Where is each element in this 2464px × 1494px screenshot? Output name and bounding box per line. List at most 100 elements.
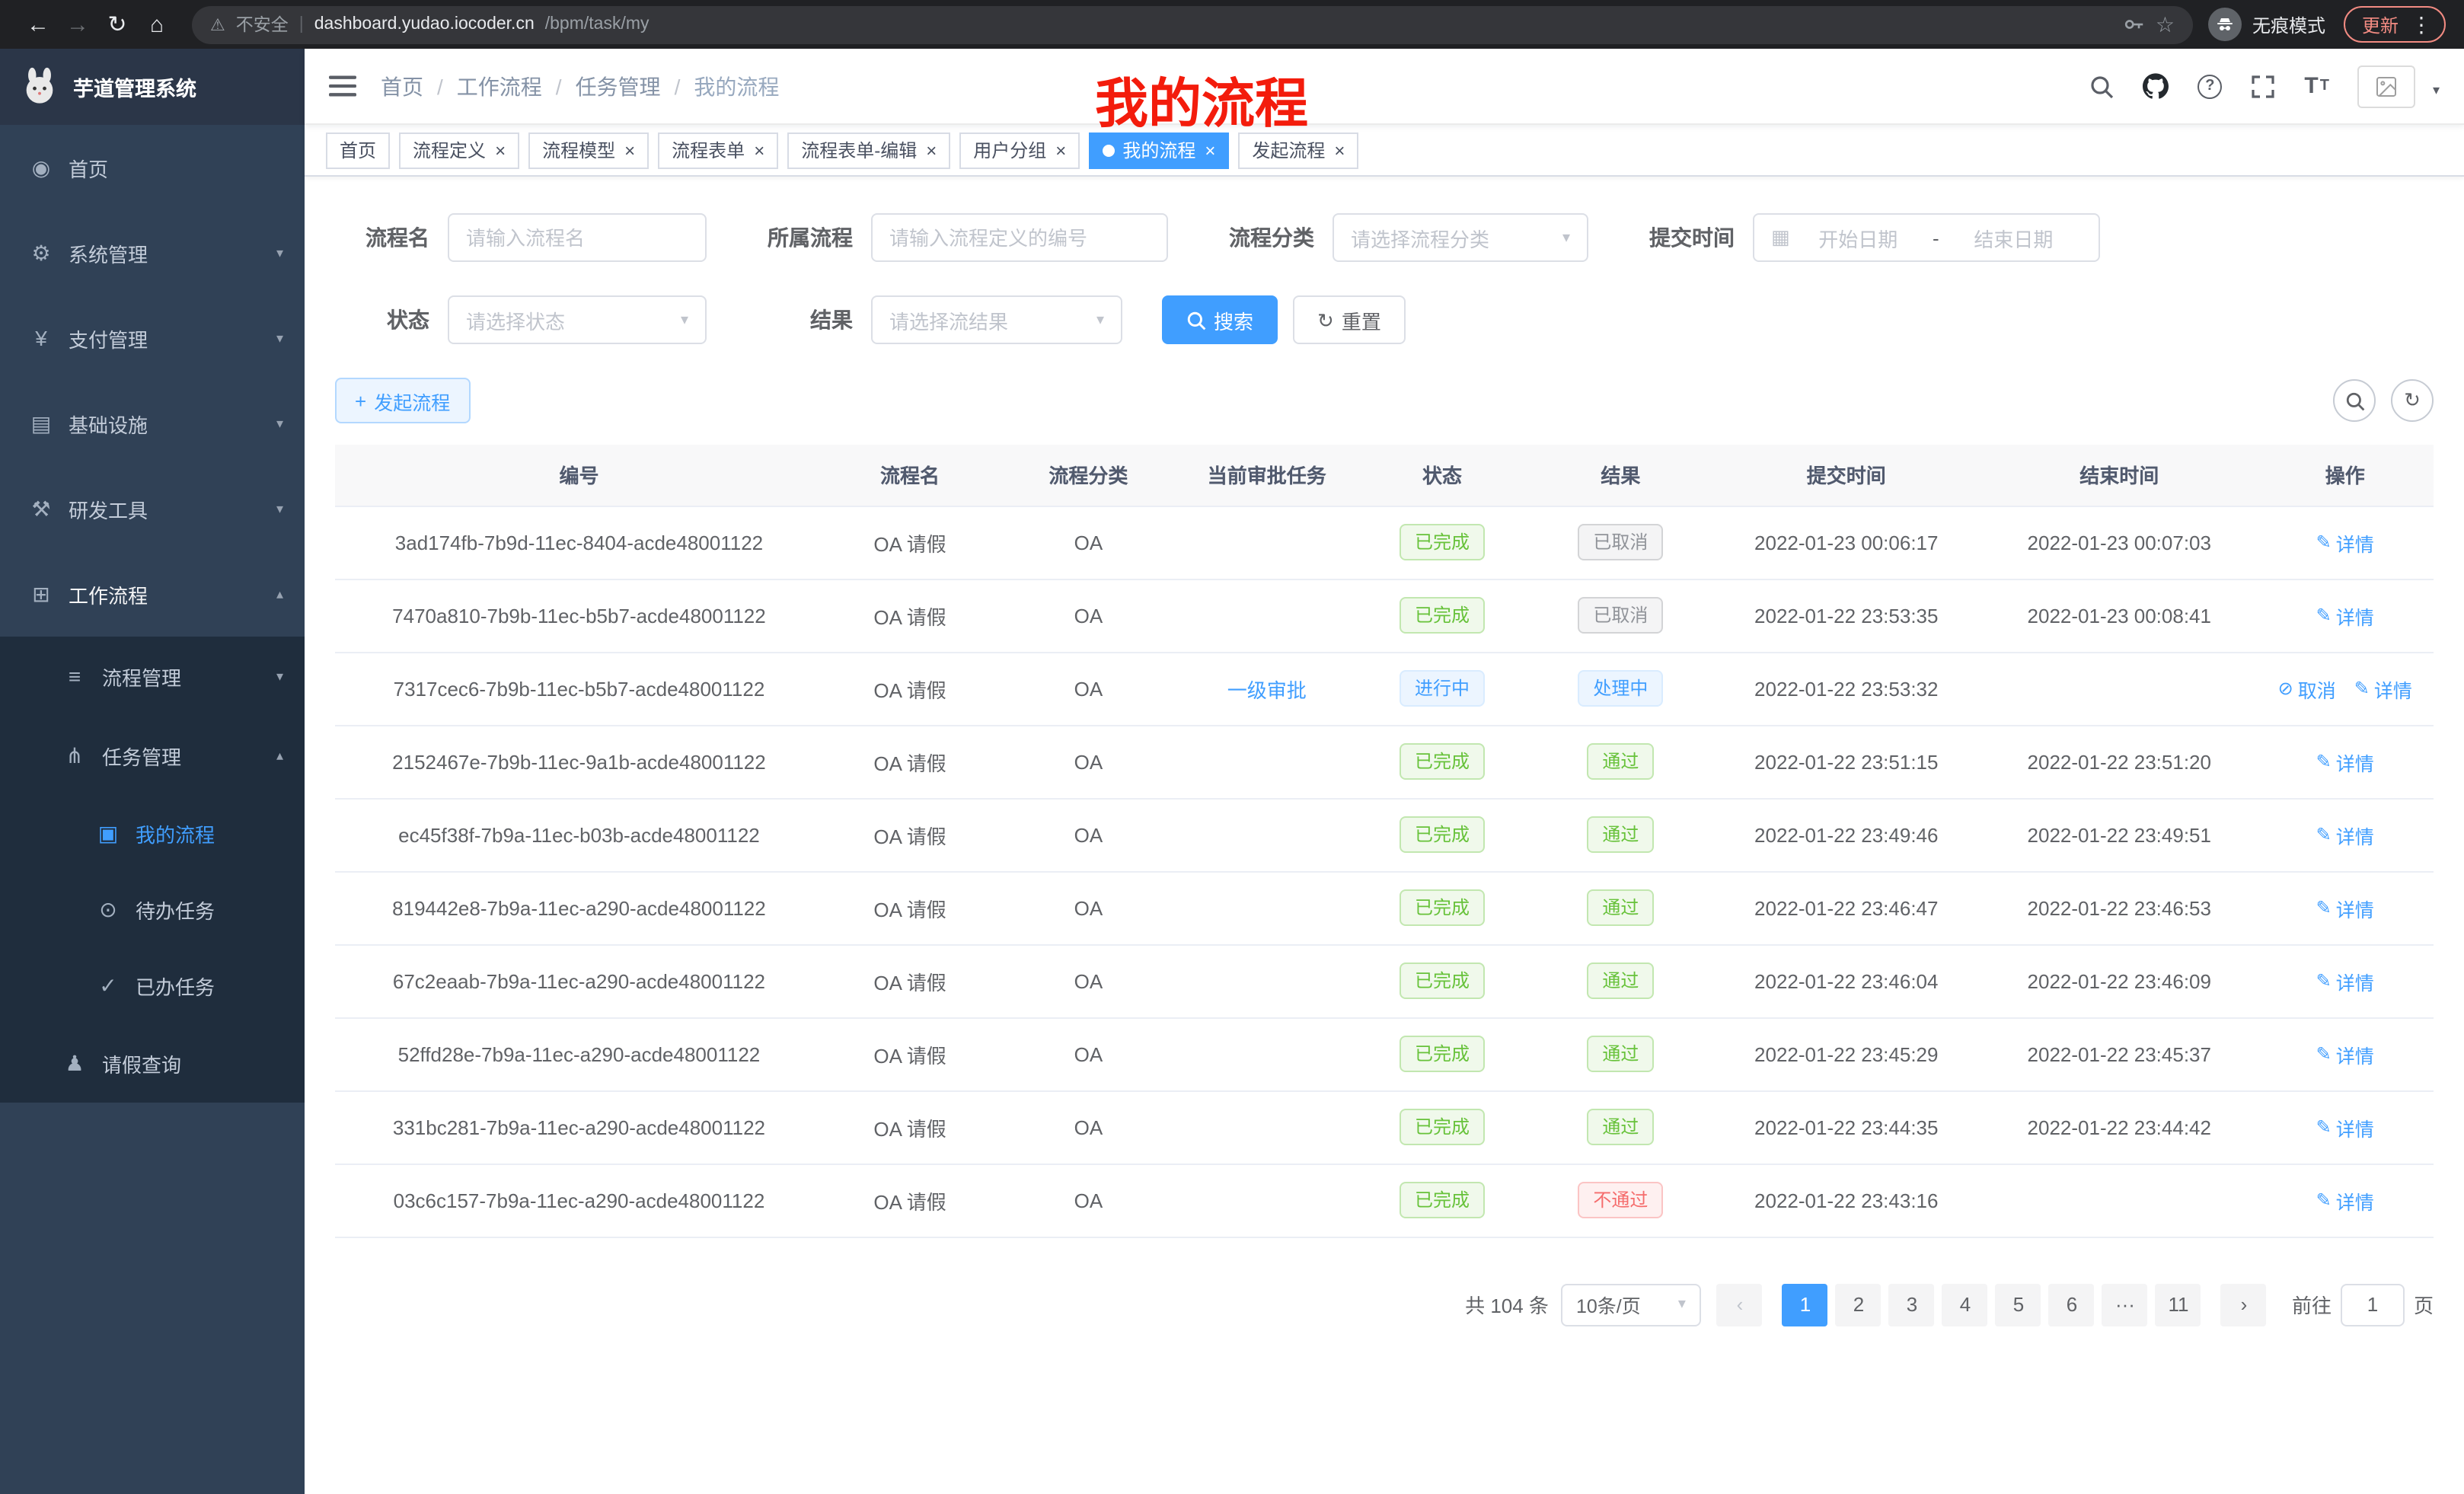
reload-button[interactable]: ↻	[97, 5, 137, 44]
search-icon[interactable]	[2089, 74, 2114, 98]
fullscreen-icon[interactable]	[2251, 74, 2275, 98]
process-definition-input[interactable]	[871, 213, 1168, 262]
key-icon[interactable]	[2124, 14, 2145, 35]
sidebar-item-label: 任务管理	[102, 741, 181, 770]
browser-chrome: ← → ↻ ⌂ ⚠ 不安全 | dashboard.yudao.iocoder.…	[0, 0, 2464, 49]
sidebar-item-infra[interactable]: ▤基础设施▾	[0, 381, 305, 466]
tab-close-icon[interactable]: ×	[1205, 139, 1215, 161]
process-name-input[interactable]	[448, 213, 707, 262]
current-task-link[interactable]: 一级审批	[1227, 678, 1307, 701]
detail-action-link[interactable]: ✎详情	[2316, 528, 2374, 557]
tab-process-form-edit[interactable]: 流程表单-编辑×	[787, 132, 950, 168]
detail-action-link[interactable]: ✎详情	[2316, 1113, 2374, 1141]
goto-page-input[interactable]	[2341, 1283, 2405, 1326]
page-button[interactable]: 6	[2049, 1283, 2095, 1326]
reset-button-label: 重置	[1342, 305, 1381, 334]
detail-action-link[interactable]: ✎详情	[2316, 747, 2374, 776]
sidebar-item-label: 请假查询	[102, 1049, 181, 1077]
tab-close-icon[interactable]: ×	[495, 139, 506, 161]
status-cell: 已完成	[1354, 798, 1530, 871]
tab-process-definition[interactable]: 流程定义×	[399, 132, 519, 168]
help-icon[interactable]: ?	[2197, 74, 2222, 98]
sidebar-item-system[interactable]: ⚙系统管理▾	[0, 210, 305, 295]
next-page-button[interactable]: ›	[2221, 1283, 2267, 1326]
process-name-cell: OA 请假	[823, 725, 997, 798]
page-button[interactable]: 11	[2156, 1283, 2201, 1326]
person-icon: ♟	[61, 1050, 88, 1076]
hamburger-icon[interactable]	[329, 75, 356, 97]
bookmark-star-icon[interactable]: ☆	[2156, 11, 2175, 37]
sidebar-item-done-tasks[interactable]: ✓已办任务	[0, 947, 305, 1023]
detail-action-link[interactable]: ✎详情	[2354, 674, 2412, 703]
tab-home[interactable]: 首页	[326, 132, 390, 168]
cancel-icon: ⊘	[2278, 678, 2293, 699]
reset-button[interactable]: ↻ 重置	[1293, 295, 1406, 344]
detail-action-link[interactable]: ✎详情	[2316, 893, 2374, 922]
sidebar-item-leave-query[interactable]: ♟ 请假查询	[0, 1023, 305, 1103]
tab-close-icon[interactable]: ×	[754, 139, 764, 161]
current-task-cell	[1180, 1164, 1354, 1237]
detail-action-link[interactable]: ✎详情	[2316, 1186, 2374, 1215]
page-button[interactable]: 3	[1889, 1283, 1935, 1326]
detail-action-link-label: 详情	[2336, 528, 2374, 557]
browser-menu-icon[interactable]: ⋮	[2408, 11, 2435, 37]
detail-action-link[interactable]: ✎详情	[2316, 820, 2374, 849]
status-select[interactable]: 请选择状态 ▾	[448, 295, 707, 344]
sidebar-item-workflow[interactable]: ⊞工作流程▴	[0, 551, 305, 637]
detail-action-link[interactable]: ✎详情	[2316, 601, 2374, 630]
page-button[interactable]: 5	[1996, 1283, 2041, 1326]
browser-home-button[interactable]: ⌂	[137, 5, 177, 44]
address-bar[interactable]: ⚠ 不安全 | dashboard.yudao.iocoder.cn/bpm/t…	[192, 5, 2193, 43]
tab-close-icon[interactable]: ×	[1334, 139, 1345, 161]
security-label[interactable]: 不安全	[236, 12, 289, 37]
page-button[interactable]: 4	[1942, 1283, 1988, 1326]
table-toolbar: + 发起流程 ↻	[335, 378, 2434, 423]
font-size-icon[interactable]: TT	[2304, 73, 2329, 99]
cancel-action-link[interactable]: ⊘取消	[2278, 674, 2336, 703]
page-size-select[interactable]: 10条/页 ▾	[1561, 1283, 1701, 1326]
result-select[interactable]: 请选择流结果 ▾	[871, 295, 1122, 344]
search-button[interactable]: 搜索	[1162, 295, 1278, 344]
tab-close-icon[interactable]: ×	[624, 139, 635, 161]
sidebar-item-payment[interactable]: ¥支付管理▾	[0, 295, 305, 381]
start-process-button[interactable]: + 发起流程	[335, 378, 470, 423]
end-time-cell: 2022-01-22 23:46:53	[1982, 871, 2257, 944]
breadcrumb-item[interactable]: 首页	[381, 71, 423, 101]
tab-process-form[interactable]: 流程表单×	[658, 132, 778, 168]
result-cell: 处理中	[1530, 652, 1710, 725]
detail-action-link[interactable]: ✎详情	[2316, 1039, 2374, 1068]
toggle-search-button[interactable]	[2333, 379, 2376, 422]
page-button[interactable]: 2	[1836, 1283, 1882, 1326]
actions-cell: ✎详情	[2257, 725, 2434, 798]
sidebar-item-process-mgmt[interactable]: ≡流程管理▾	[0, 637, 305, 716]
pagination: 共 104 条 10条/页 ▾ ‹ 123456···11 › 前往 页	[335, 1283, 2434, 1356]
active-tab-dot	[1103, 144, 1115, 156]
breadcrumb-item[interactable]: 任务管理	[576, 71, 661, 101]
tab-close-icon[interactable]: ×	[926, 139, 937, 161]
avatar-caret-icon[interactable]: ▾	[2433, 81, 2440, 107]
process-name-cell: OA 请假	[823, 1164, 997, 1237]
date-range-input[interactable]: ▦ 开始日期 - 结束日期	[1753, 213, 2100, 262]
update-button[interactable]: 更新 ⋮	[2344, 6, 2446, 43]
app-logo[interactable]: 芋道管理系统	[0, 49, 305, 125]
sidebar-item-devtools[interactable]: ⚒研发工具▾	[0, 466, 305, 551]
detail-action-link-label: 详情	[2336, 1113, 2374, 1141]
sidebar-item-my-process[interactable]: ▣我的流程	[0, 795, 305, 871]
breadcrumb-item[interactable]: 工作流程	[457, 71, 542, 101]
forward-button[interactable]: →	[58, 5, 97, 44]
sidebar-item-home[interactable]: ◉首页	[0, 125, 305, 210]
tab-close-icon[interactable]: ×	[1055, 139, 1066, 161]
tab-user-group[interactable]: 用户分组×	[959, 132, 1080, 168]
prev-page-button[interactable]: ‹	[1717, 1283, 1763, 1326]
refresh-button[interactable]: ↻	[2391, 379, 2434, 422]
sidebar-item-task-mgmt[interactable]: ⋔任务管理▴	[0, 716, 305, 795]
category-select[interactable]: 请选择流程分类 ▾	[1333, 213, 1588, 262]
result-badge: 通过	[1587, 743, 1654, 780]
sidebar-item-todo-tasks[interactable]: ⊙待办任务	[0, 871, 305, 947]
github-icon[interactable]	[2143, 73, 2169, 99]
back-button[interactable]: ←	[18, 5, 58, 44]
detail-action-link[interactable]: ✎详情	[2316, 966, 2374, 995]
page-button[interactable]: 1	[1783, 1283, 1828, 1326]
tab-process-model[interactable]: 流程模型×	[528, 132, 649, 168]
avatar[interactable]	[2358, 65, 2416, 107]
